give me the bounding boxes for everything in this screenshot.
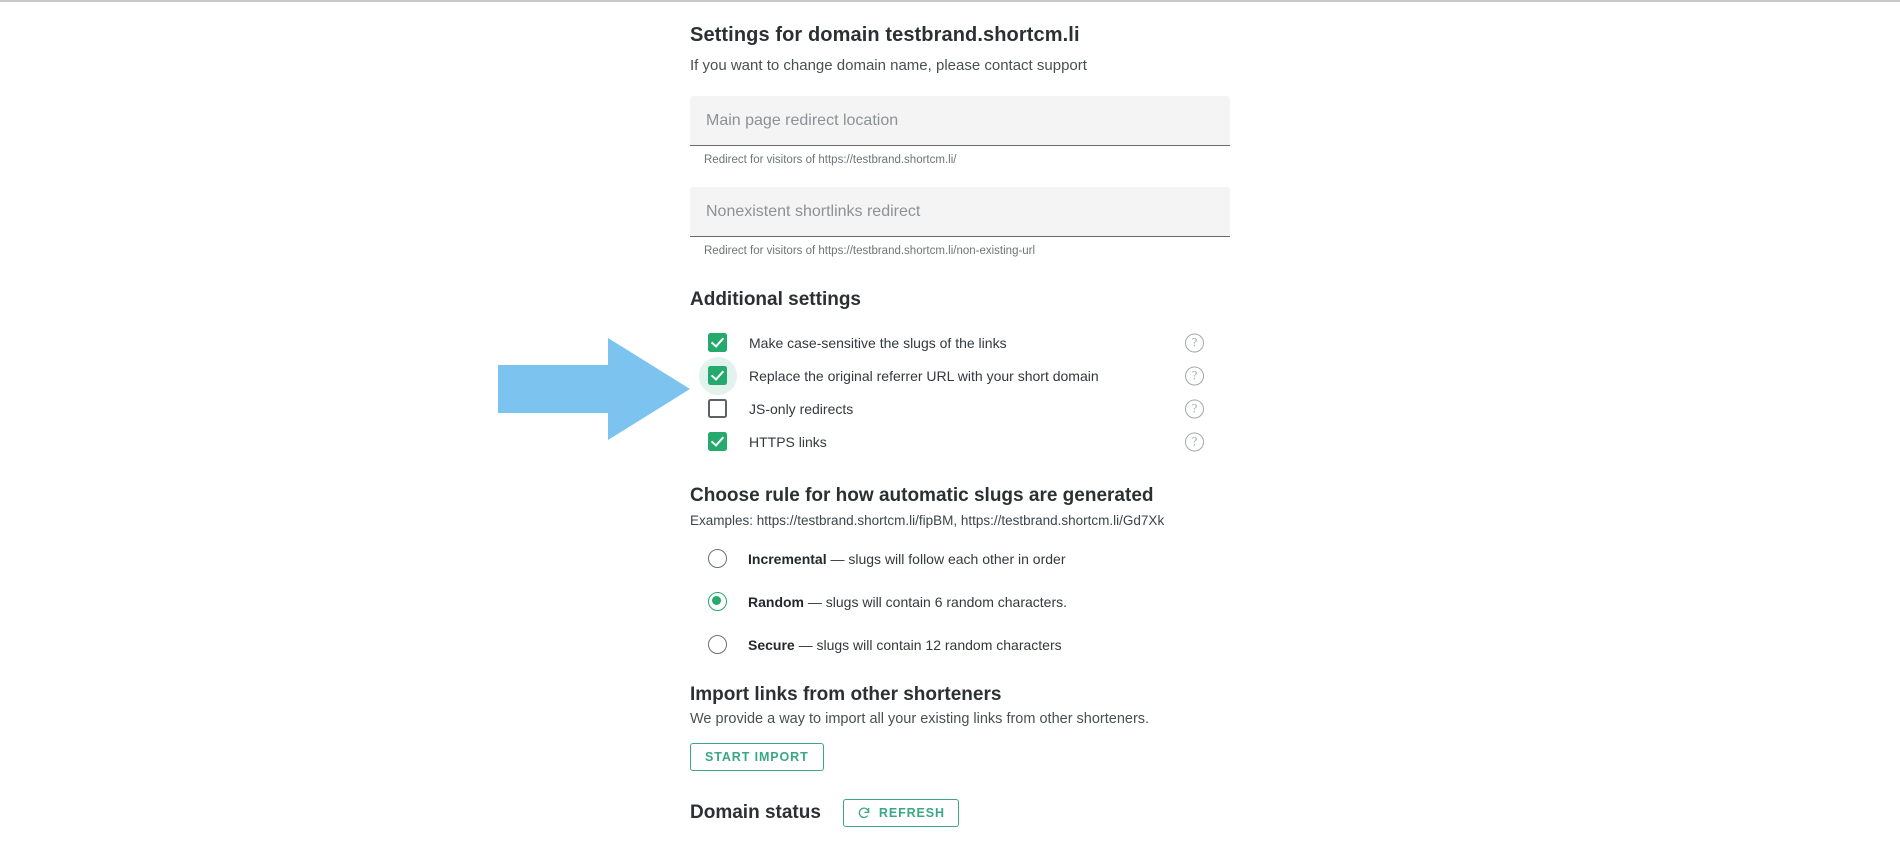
nonexistent-shortlinks-redirect-hint: Redirect for visitors of https://testbra… bbox=[704, 245, 1036, 257]
help-circle-icon[interactable]: ? bbox=[1185, 399, 1204, 418]
radio-row-incremental[interactable]: Incremental — slugs will follow each oth… bbox=[690, 542, 1250, 575]
slug-rules-section: Choose rule for how automatic slugs are … bbox=[690, 484, 1250, 661]
radio-name-random: Random bbox=[748, 593, 804, 610]
radio-secure[interactable] bbox=[708, 635, 727, 654]
radio-label-incremental: Incremental — slugs will follow each oth… bbox=[748, 551, 1065, 567]
refresh-icon bbox=[858, 807, 870, 819]
checkbox-js-only-redirects-wrap[interactable] bbox=[708, 398, 728, 419]
checkbox-js-only-redirects[interactable] bbox=[708, 398, 727, 418]
import-section: Import links from other shorteners We pr… bbox=[690, 683, 1250, 771]
checkbox-https-links-wrap[interactable] bbox=[708, 431, 728, 452]
nonexistent-shortlinks-redirect-block: Redirect for visitors of https://testbra… bbox=[690, 187, 1250, 258]
checkbox-case-sensitive[interactable] bbox=[708, 332, 727, 352]
radio-name-incremental: Incremental bbox=[748, 550, 827, 567]
radio-label-random: Random — slugs will contain 6 random cha… bbox=[748, 594, 1067, 610]
slug-rules-options: Incremental — slugs will follow each oth… bbox=[690, 542, 1250, 661]
radio-row-secure[interactable]: Secure — slugs will contain 12 random ch… bbox=[690, 628, 1250, 661]
help-circle-icon[interactable]: ? bbox=[1185, 432, 1204, 451]
option-label-js-only-redirects: JS-only redirects bbox=[749, 400, 854, 417]
nonexistent-shortlinks-redirect-input[interactable] bbox=[704, 201, 1216, 222]
annotation-arrow-icon bbox=[498, 338, 690, 440]
radio-label-secure: Secure — slugs will contain 12 random ch… bbox=[748, 637, 1062, 653]
option-label-https-links: HTTPS links bbox=[749, 433, 827, 450]
option-row-replace-referrer[interactable]: Replace the original referrer URL with y… bbox=[690, 356, 1250, 395]
import-title: Import links from other shorteners bbox=[690, 684, 1002, 705]
checkbox-replace-referrer[interactable] bbox=[708, 365, 727, 385]
start-import-button[interactable]: START IMPORT bbox=[690, 743, 824, 771]
checkbox-https-links[interactable] bbox=[708, 431, 727, 451]
settings-page: Settings for domain testbrand.shortcm.li… bbox=[0, 0, 1900, 865]
radio-desc-random: — slugs will contain 6 random characters… bbox=[807, 593, 1067, 610]
additional-settings-options: Make case-sensitive the slugs of the lin… bbox=[690, 326, 1250, 458]
slug-rules-title: Choose rule for how automatic slugs are … bbox=[690, 485, 1154, 506]
main-page-redirect-hint: Redirect for visitors of https://testbra… bbox=[704, 154, 957, 166]
refresh-button[interactable]: REFRESH bbox=[842, 799, 959, 827]
option-label-replace-referrer: Replace the original referrer URL with y… bbox=[749, 367, 1099, 384]
radio-row-random[interactable]: Random — slugs will contain 6 random cha… bbox=[690, 585, 1250, 618]
additional-settings-section: Additional settings Make case-sensitive … bbox=[690, 288, 1250, 458]
import-description: We provide a way to import all your exis… bbox=[690, 711, 1150, 727]
option-row-case-sensitive[interactable]: Make case-sensitive the slugs of the lin… bbox=[690, 326, 1250, 359]
domain-status-section: Domain status REFRESH bbox=[690, 799, 1250, 827]
radio-incremental[interactable] bbox=[708, 549, 727, 568]
main-page-redirect-block: Redirect for visitors of https://testbra… bbox=[690, 96, 1250, 167]
page-subtitle: If you want to change domain name, pleas… bbox=[690, 57, 1087, 74]
checkbox-replace-referrer-wrap[interactable] bbox=[699, 356, 737, 395]
page-title: Settings for domain testbrand.shortcm.li bbox=[690, 24, 1080, 46]
checkbox-case-sensitive-wrap[interactable] bbox=[708, 332, 728, 353]
slug-rules-examples: Examples: https://testbrand.shortcm.li/f… bbox=[690, 513, 1165, 528]
refresh-button-label: REFRESH bbox=[878, 806, 945, 820]
option-row-https-links[interactable]: HTTPS links ? bbox=[690, 425, 1250, 458]
option-label-case-sensitive: Make case-sensitive the slugs of the lin… bbox=[749, 334, 1007, 351]
domain-status-title: Domain status bbox=[690, 802, 821, 823]
radio-desc-incremental: — slugs will follow each other in order bbox=[830, 550, 1066, 567]
radio-desc-secure: — slugs will contain 12 random character… bbox=[798, 636, 1062, 653]
nonexistent-shortlinks-redirect-field[interactable] bbox=[690, 187, 1230, 237]
help-circle-icon[interactable]: ? bbox=[1185, 366, 1204, 385]
radio-random[interactable] bbox=[708, 592, 727, 611]
help-circle-icon[interactable]: ? bbox=[1185, 333, 1204, 352]
main-page-redirect-input[interactable] bbox=[704, 110, 1216, 131]
radio-name-secure: Secure bbox=[748, 636, 795, 653]
settings-content: Settings for domain testbrand.shortcm.li… bbox=[690, 2, 1250, 827]
additional-settings-title: Additional settings bbox=[690, 289, 861, 310]
option-row-js-only-redirects[interactable]: JS-only redirects ? bbox=[690, 392, 1250, 425]
main-page-redirect-field[interactable] bbox=[690, 96, 1230, 146]
